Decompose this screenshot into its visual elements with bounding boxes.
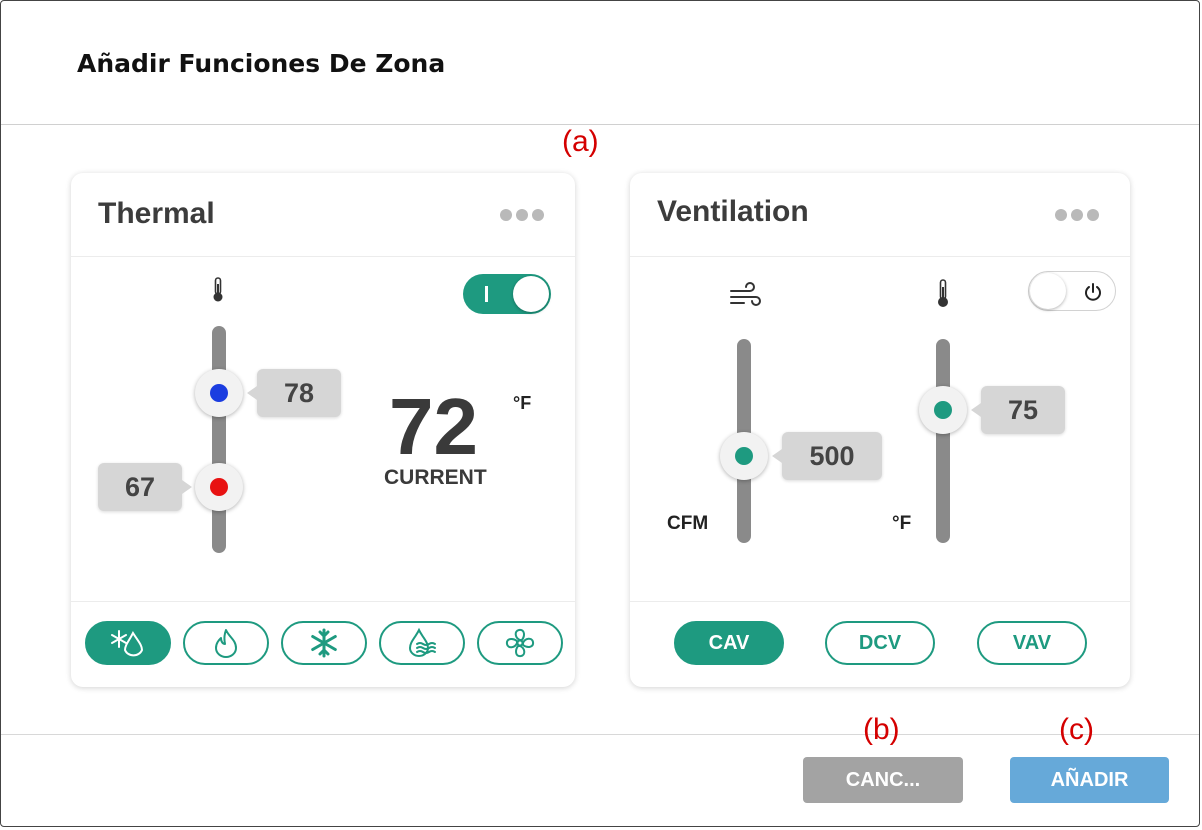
mode-fan-button[interactable] [477,621,563,665]
annotation-a: (a) [562,125,599,158]
thermal-footer-divider [71,601,575,602]
airflow-dot [735,447,753,465]
humidity-icon [408,627,436,657]
mode-auto-button[interactable] [85,621,171,665]
snowflake-icon [311,628,337,658]
mode-cav-label: CAV [708,631,750,654]
heat-setpoint-handle[interactable] [195,463,243,511]
ventilation-more-icon[interactable] [1055,209,1099,221]
cool-setpoint-value: 78 [247,369,341,417]
airflow-unit: CFM [667,513,709,534]
ventilation-enable-toggle[interactable] [1028,271,1116,311]
thermometer-icon [213,277,223,302]
mode-dcv-label: DCV [858,631,902,654]
thermometer-icon [938,279,948,307]
mode-cool-button[interactable] [281,621,367,665]
cool-setpoint-handle[interactable] [195,369,243,417]
thermal-card-title: Thermal [98,197,215,230]
temperature-value: 75 [971,386,1065,434]
mode-heat-button[interactable] [183,621,269,665]
thermal-enable-toggle[interactable] [463,274,551,314]
annotation-c: (c) [1059,713,1094,746]
cool-dot [210,384,228,402]
thermal-header-divider [71,256,575,257]
fan-icon [505,628,535,658]
annotation-b: (b) [863,713,900,746]
power-icon [1085,283,1101,301]
airflow-value: 500 [772,432,882,480]
flame-icon [215,629,237,658]
airflow-slider-handle[interactable] [720,432,768,480]
add-button[interactable]: AÑADIR [1010,757,1169,803]
mode-humidity-button[interactable] [379,621,465,665]
thermal-more-icon[interactable] [500,209,544,221]
thermal-card: Thermal 78 67 72 CURRENT °F [71,173,575,687]
temperature-slider-track[interactable] [936,339,950,543]
heat-setpoint-value: 67 [98,463,192,511]
airflow-icon [730,282,761,306]
ventilation-card: Ventilation 500 CFM 75 °F CAV DCV VAV [630,173,1130,687]
temperature-dot [934,401,952,419]
toggle-thumb [1030,273,1066,309]
toggle-thumb [513,276,549,312]
mode-dcv-button[interactable]: DCV [825,621,935,665]
current-temperature: 72 [389,382,478,471]
mode-vav-button[interactable]: VAV [977,621,1087,665]
mode-vav-label: VAV [1012,631,1052,654]
ventilation-header-divider [630,256,1130,257]
auto-cool-heat-icon [111,630,144,657]
temperature-unit: °F [892,513,912,534]
cancel-button[interactable]: CANC... [803,757,963,803]
add-zone-functions-dialog: Añadir Funciones De Zona (a) Thermal 78 … [0,0,1200,827]
mode-cav-button[interactable]: CAV [674,621,784,665]
thermal-setpoint-track[interactable] [212,326,226,553]
ventilation-footer-divider [630,601,1130,602]
dialog-title: Añadir Funciones De Zona [77,49,446,78]
heat-dot [210,478,228,496]
toggle-on-indicator [485,286,488,302]
current-label: CURRENT [384,466,487,489]
temperature-unit: °F [513,393,532,413]
header-divider [1,124,1199,125]
temperature-slider-handle[interactable] [919,386,967,434]
footer-divider [1,734,1199,735]
ventilation-card-title: Ventilation [657,195,809,228]
